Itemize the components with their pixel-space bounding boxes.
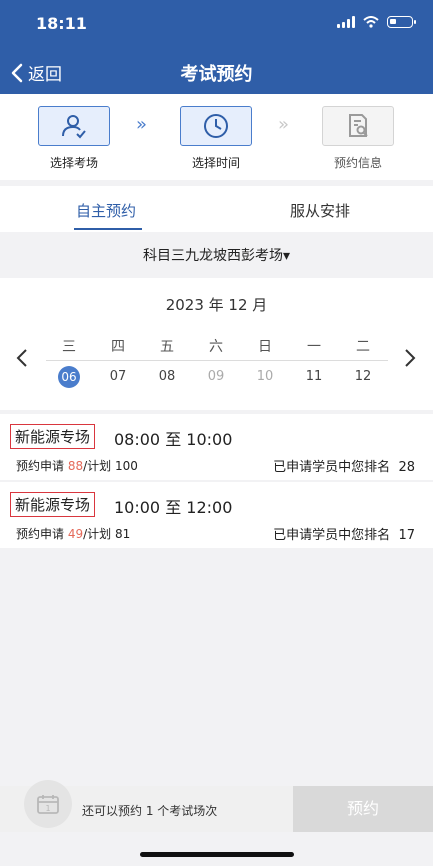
- step-label: 选择考场: [49, 156, 98, 170]
- step-label: 预约信息: [333, 156, 382, 170]
- date-cell-disabled: 10: [245, 366, 285, 388]
- svg-text:1: 1: [45, 804, 50, 813]
- apply-prefix: 预约申请: [16, 527, 68, 541]
- tab-assigned[interactable]: 服从安排: [290, 200, 350, 221]
- session-rank: 已申请学员中您排名 28: [273, 456, 415, 475]
- page-title: 考试预约: [180, 64, 253, 85]
- date-picker: 2023 年 12 月 三 四 五 六 日 一 二 06 07 08 09 10…: [0, 278, 433, 410]
- date-cell[interactable]: 07: [98, 366, 138, 388]
- rank-value: 28: [398, 460, 415, 475]
- session-apply-count: 预约申请 88/计划 100: [16, 457, 138, 474]
- step-booking-info: [322, 106, 394, 146]
- date-cell-disabled: 09: [196, 366, 236, 388]
- date-cell[interactable]: 12: [343, 366, 383, 388]
- prev-week-button[interactable]: [16, 348, 28, 374]
- home-indicator: [140, 852, 294, 857]
- date-number: 09: [207, 369, 225, 384]
- booking-tabs: 自主预约 服从安排: [0, 186, 433, 232]
- session-apply-count: 预约申请 49/计划 81: [16, 525, 130, 542]
- calendar-month: 2023 年 12 月: [165, 296, 268, 314]
- session-time: 08:00 至 10:00: [114, 430, 233, 449]
- battery-icon: [387, 16, 416, 28]
- rank-value: 17: [398, 528, 415, 543]
- weekday-label: 日: [258, 339, 272, 355]
- date-number: 06: [58, 366, 80, 388]
- header: 18:11 返回 考试预约: [0, 0, 433, 94]
- session-name: 新能源专场: [10, 424, 96, 449]
- status-time: 18:11: [36, 14, 87, 33]
- date-cell[interactable]: 08: [147, 366, 187, 388]
- session-name: 新能源专场: [10, 492, 96, 517]
- date-number: 11: [305, 369, 323, 384]
- rank-label: 已申请学员中您排名: [273, 528, 391, 543]
- session-time: 10:00 至 12:00: [114, 498, 233, 517]
- clock-icon: [204, 114, 228, 138]
- apply-prefix: 预约申请: [16, 459, 68, 473]
- date-number: 07: [109, 369, 127, 384]
- date-number: 08: [158, 369, 176, 384]
- weekday-label: 一: [307, 339, 321, 355]
- weekday-label: 二: [356, 339, 370, 355]
- step-select-time: [180, 106, 252, 146]
- footer-bar: 1 还可以预约 1 个考试场次 预约: [0, 780, 433, 832]
- person-check-icon: [62, 115, 86, 139]
- date-number: 10: [256, 369, 274, 384]
- date-cell-selected[interactable]: 06: [49, 366, 89, 389]
- double-chevron-icon: »: [278, 114, 290, 135]
- date-cell[interactable]: 11: [294, 366, 334, 388]
- session-rank: 已申请学员中您排名 17: [273, 524, 415, 543]
- venue-dropdown[interactable]: 科目三九龙坡西彭考场▾: [0, 236, 433, 276]
- tab-self-booking[interactable]: 自主预约: [76, 200, 136, 221]
- remaining-count-text: 还可以预约 1 个考试场次: [82, 804, 218, 818]
- step-label: 选择时间: [191, 156, 240, 170]
- reserve-button[interactable]: 预约: [293, 786, 433, 832]
- status-icons: [337, 16, 416, 28]
- progress-steps: 选择考场 » 选择时间 » 预约信息: [0, 94, 433, 180]
- weekday-label: 五: [160, 339, 174, 355]
- document-search-icon: [349, 114, 368, 137]
- chevron-left-icon: [16, 349, 27, 367]
- step-select-venue: [38, 106, 110, 146]
- double-chevron-icon: »: [136, 114, 148, 135]
- weekday-label: 六: [209, 339, 223, 355]
- weekday-label: 三: [62, 339, 76, 355]
- calendar-divider: [46, 360, 388, 361]
- weekday-label: 四: [111, 339, 125, 355]
- plan-count: /计划 100: [83, 459, 138, 473]
- rank-label: 已申请学员中您排名: [273, 460, 391, 475]
- session-item[interactable]: 新能源专场 10:00 至 12:00 预约申请 49/计划 81 已申请学员中…: [0, 482, 433, 548]
- plan-count: /计划 81: [83, 527, 131, 541]
- applied-number: 88: [67, 459, 84, 473]
- applied-number: 49: [67, 527, 84, 541]
- chevron-right-icon: [405, 349, 416, 367]
- signal-icon: [337, 16, 355, 28]
- next-week-button[interactable]: [404, 348, 416, 374]
- tab-underline: [74, 228, 142, 230]
- session-item[interactable]: 新能源专场 08:00 至 10:00 预约申请 88/计划 100 已申请学员…: [0, 414, 433, 480]
- calendar-icon: 1: [24, 780, 72, 828]
- date-number: 12: [354, 369, 372, 384]
- wifi-icon: [363, 16, 379, 28]
